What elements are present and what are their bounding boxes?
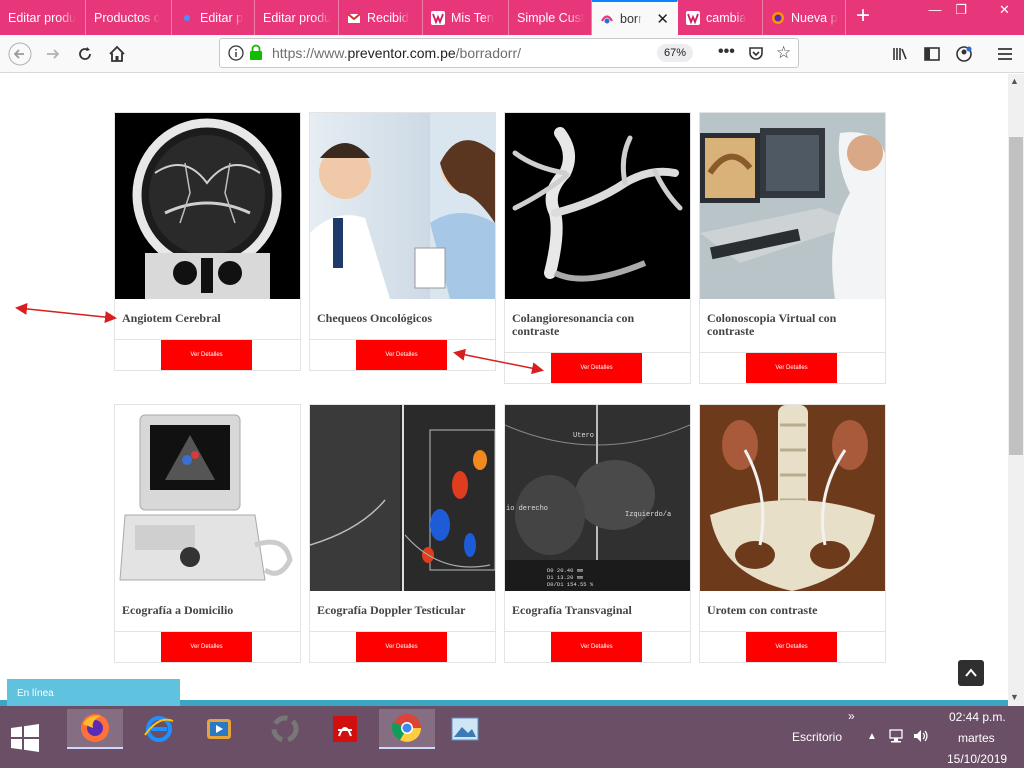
tab-5[interactable]: Recibid xyxy=(339,0,423,35)
tab-3[interactable]: Editar p xyxy=(172,0,255,35)
tab-10[interactable]: Nueva p xyxy=(763,0,846,35)
web-icon xyxy=(686,10,700,25)
image-viewer-icon[interactable] xyxy=(437,709,493,749)
tab-label: cambia xyxy=(706,10,747,25)
close-tab-icon[interactable]: ✕ xyxy=(656,10,669,28)
tray-expand-icon[interactable]: ▲ xyxy=(867,731,877,742)
chrome-icon[interactable] xyxy=(379,709,435,749)
page-actions-icon[interactable]: ••• xyxy=(718,43,735,61)
web-icon xyxy=(431,10,445,25)
clock-day[interactable]: martes xyxy=(958,731,995,745)
tab-6[interactable]: Mis Ten xyxy=(423,0,509,35)
show-more-icon[interactable]: » xyxy=(848,709,855,723)
back-icon[interactable] xyxy=(5,39,35,69)
page-content: Angiotem Cerebral Ver Detalles Chequeos … xyxy=(0,74,1008,700)
firefox-icon xyxy=(771,11,785,25)
tab-label: Nueva p xyxy=(791,10,838,25)
network-icon[interactable] xyxy=(888,728,904,749)
app-swirl-icon[interactable] xyxy=(257,709,313,749)
account-icon[interactable] xyxy=(949,39,979,69)
tab-9[interactable]: cambia xyxy=(678,0,763,35)
firefox-taskbar-icon[interactable] xyxy=(67,709,123,749)
tab-label: borr xyxy=(620,11,643,26)
clock-time[interactable]: 02:44 p.m. xyxy=(949,710,1006,724)
menu-icon[interactable] xyxy=(990,39,1020,69)
windows-taskbar: » Escritorio ▲ 02:44 p.m. martes 15/10/2… xyxy=(0,706,1024,768)
media-player-icon[interactable] xyxy=(191,709,247,749)
tab-label: Mis Ten xyxy=(451,10,494,25)
annotation-arrow-middle xyxy=(453,348,544,375)
new-tab-button[interactable]: + xyxy=(851,4,875,30)
url-host: preventor.com.pe xyxy=(347,45,456,61)
scroll-down-icon[interactable]: ▼ xyxy=(1010,692,1019,702)
zoom-level-button[interactable]: 67% xyxy=(657,44,693,62)
tab-label: Editar produ xyxy=(263,10,332,25)
tab-2[interactable]: Productos c xyxy=(86,0,172,35)
sidebar-icon[interactable] xyxy=(917,39,947,69)
url-path: /borradorr/ xyxy=(455,45,521,61)
scrollbar-thumb[interactable] xyxy=(1009,137,1023,455)
url-prefix: https://www. xyxy=(272,45,348,61)
annotation-arrow-left xyxy=(15,302,117,324)
tab-label: Simple Cust xyxy=(517,10,585,25)
volume-icon[interactable] xyxy=(912,728,930,749)
pdf-reader-icon[interactable] xyxy=(317,709,373,749)
windows-start-icon[interactable] xyxy=(10,723,40,758)
browser-tab-strip: Editar produ Productos c Editar p Editar… xyxy=(0,0,1024,35)
tab-1[interactable]: Editar produ xyxy=(0,0,86,35)
info-icon[interactable] xyxy=(228,45,244,66)
url-text: https://www.preventor.com.pe/borradorr/ xyxy=(272,45,521,61)
site-icon xyxy=(600,12,614,26)
close-window-icon[interactable]: ✕ xyxy=(985,0,1024,22)
pocket-icon[interactable] xyxy=(748,45,764,66)
scroll-up-icon[interactable]: ▲ xyxy=(1010,76,1019,86)
chevron-up-icon xyxy=(965,668,977,677)
gmail-icon xyxy=(347,11,361,25)
internet-explorer-icon[interactable] xyxy=(131,709,187,749)
tab-label: Editar produ xyxy=(8,10,77,25)
tab-label: Recibid xyxy=(367,10,409,25)
restore-icon[interactable]: ❐ xyxy=(946,0,976,22)
tab-label: Editar p xyxy=(200,10,244,25)
bookmark-star-icon[interactable]: ☆ xyxy=(776,43,791,63)
scroll-to-top-button[interactable] xyxy=(958,660,984,686)
address-bar[interactable]: https://www.preventor.com.pe/borradorr/ … xyxy=(219,38,799,68)
lock-icon[interactable] xyxy=(249,44,263,66)
forward-icon[interactable] xyxy=(38,39,68,69)
desktop-toolbar-label[interactable]: Escritorio xyxy=(792,730,842,744)
home-icon[interactable] xyxy=(102,39,132,69)
tab-4[interactable]: Editar produ xyxy=(255,0,339,35)
reload-icon[interactable] xyxy=(70,39,100,69)
chat-online-tab[interactable]: En línea xyxy=(7,679,180,706)
annotation-arrows xyxy=(15,302,544,375)
navigation-bar: https://www.preventor.com.pe/borradorr/ … xyxy=(0,35,1024,73)
dot-icon xyxy=(180,11,194,25)
clock-date[interactable]: 15/10/2019 xyxy=(947,752,1007,766)
tab-8-active[interactable]: borr ✕ xyxy=(592,0,678,35)
library-icon[interactable] xyxy=(885,39,915,69)
tab-label: Productos c xyxy=(94,10,161,25)
tab-7[interactable]: Simple Cust xyxy=(509,0,592,35)
